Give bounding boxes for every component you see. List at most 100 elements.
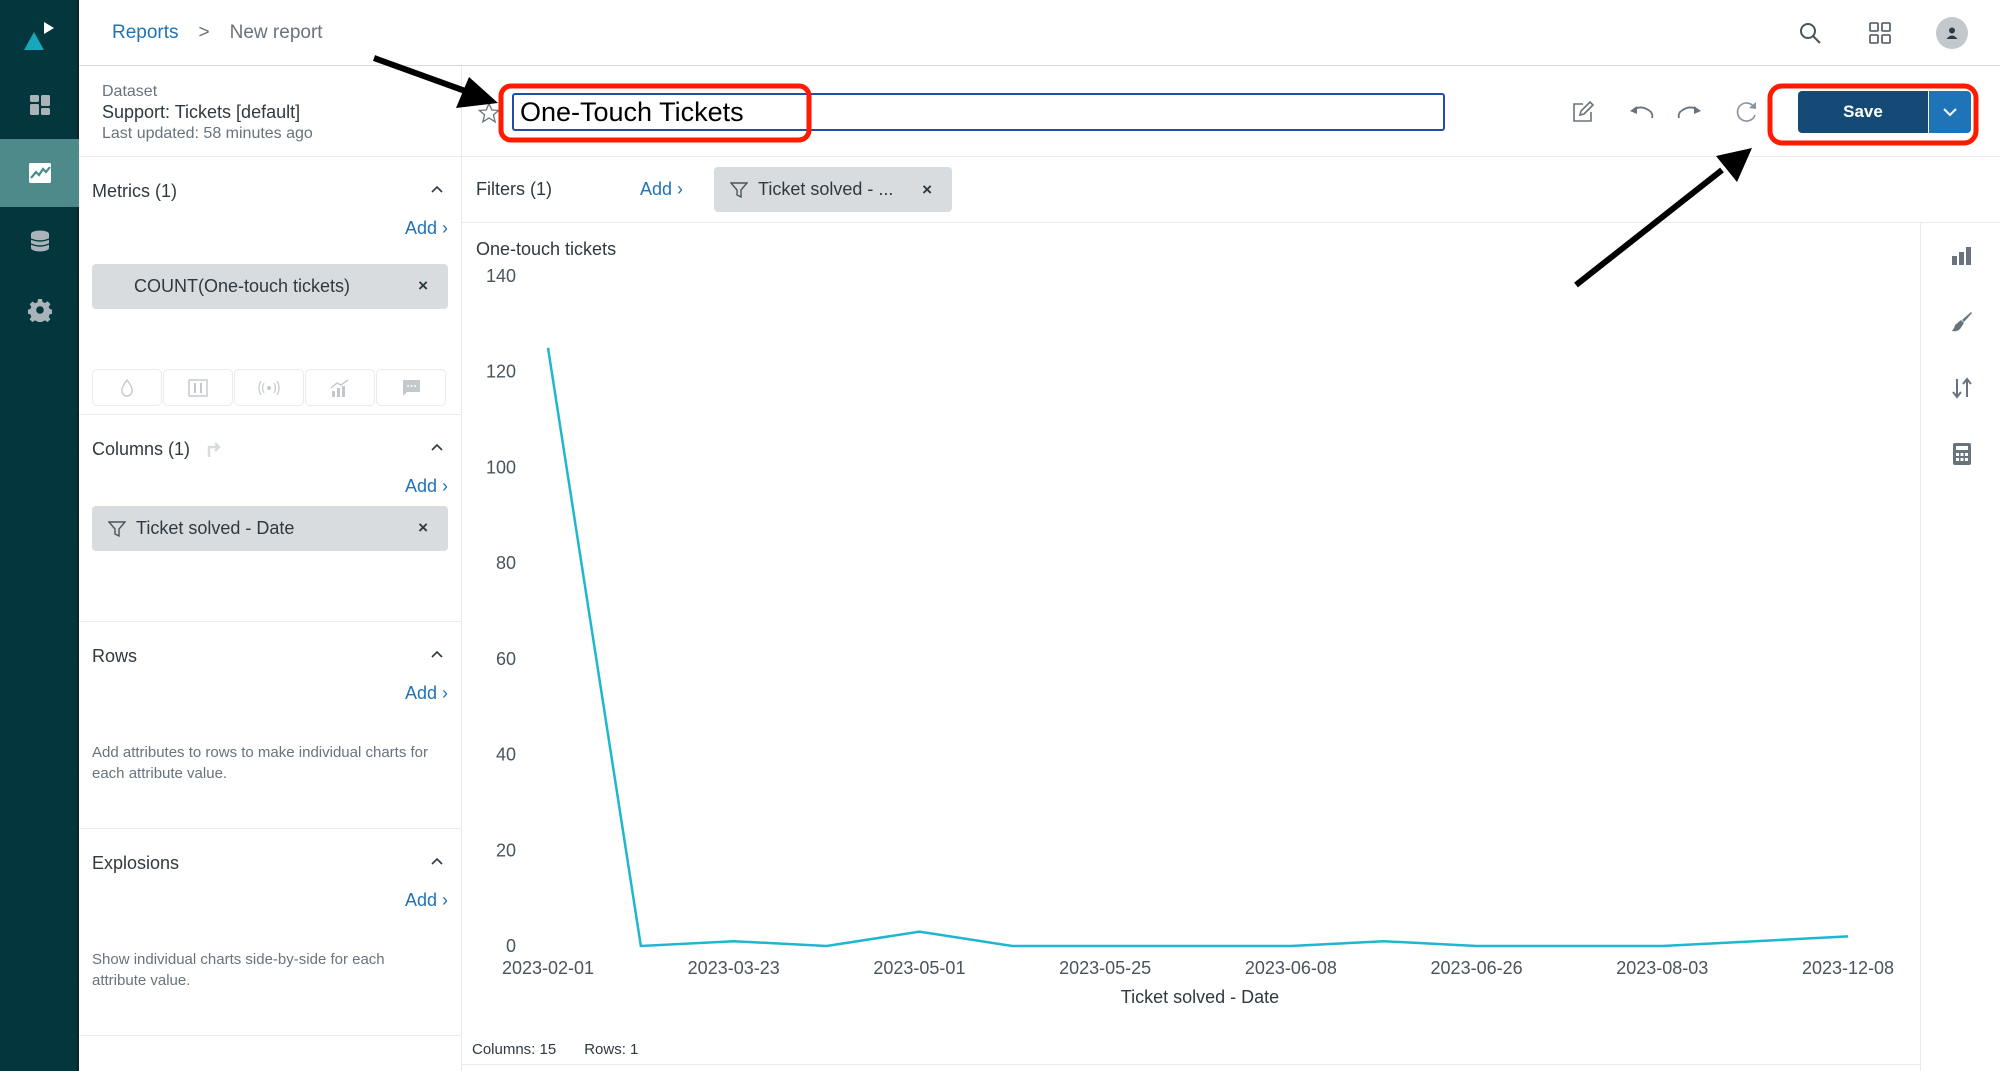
chevron-down-icon [1943, 108, 1957, 117]
dashboard-icon [29, 95, 50, 115]
explosions-title: Explosions [92, 853, 180, 873]
columns-count: Columns: 15 [472, 1041, 557, 1058]
sort-button[interactable] [1949, 375, 1975, 401]
data-point[interactable] [1004, 938, 1020, 954]
x-tick-label: 2023-06-26 [1431, 958, 1523, 978]
rows-count: Rows: 1 [584, 1041, 639, 1058]
report-title-input[interactable] [512, 93, 1445, 131]
swap-icon[interactable] [203, 439, 225, 459]
series-line[interactable] [546, 347, 1849, 948]
columns-section: Columns (1) Add › Ticket solved - Date × [79, 415, 462, 622]
sort-option-button[interactable] [163, 369, 233, 406]
column-pill[interactable]: Ticket solved - Date × [92, 506, 448, 551]
nav-item-settings[interactable] [0, 276, 79, 344]
database-icon [30, 230, 49, 252]
nav-item-datasets[interactable] [0, 207, 79, 275]
droplet-icon [121, 378, 133, 397]
explosions-section: Explosions Add › Show individual charts … [79, 829, 462, 1036]
comment-icon [403, 379, 420, 396]
data-point[interactable] [1469, 938, 1485, 954]
redo-button[interactable] [1674, 97, 1704, 127]
comment-option-button[interactable] [376, 369, 446, 406]
search-button[interactable] [1795, 18, 1825, 48]
dataset-last-updated: Last updated: 58 minutes ago [102, 125, 313, 142]
data-point[interactable] [633, 938, 649, 954]
trend-chart-icon [330, 378, 349, 397]
x-tick-label: 2023-12-08 [1802, 958, 1894, 978]
metrics-section: Metrics (1) Add › COUNT(One-touch ticket… [79, 157, 462, 415]
save-button[interactable]: Save [1798, 91, 1928, 133]
data-point[interactable] [1561, 938, 1577, 954]
undo-button[interactable] [1627, 97, 1657, 127]
add-explosion-link[interactable]: Add › [405, 890, 448, 911]
filters-label: Filters (1) [476, 179, 552, 199]
trend-option-button[interactable] [305, 369, 375, 406]
y-tick-label: 0 [506, 936, 516, 956]
chevron-up-icon[interactable] [428, 181, 446, 199]
nav-item-reports[interactable] [0, 139, 79, 207]
data-point[interactable] [726, 933, 742, 949]
filter-icon [108, 520, 126, 537]
signal-icon [258, 380, 280, 395]
user-avatar[interactable] [1936, 17, 1968, 49]
remove-filter-button[interactable]: × [922, 180, 932, 200]
data-point[interactable] [1376, 933, 1392, 949]
calculations-button[interactable] [1949, 441, 1975, 467]
redo-icon [1677, 106, 1701, 119]
data-point[interactable] [1190, 938, 1206, 954]
line-chart-icon [28, 163, 51, 183]
dataset-label: Dataset [102, 83, 158, 100]
filter-icon [730, 181, 748, 198]
sort-arrows-icon [1952, 377, 1972, 399]
app-logo-icon[interactable] [22, 20, 58, 52]
y-tick-label: 60 [496, 649, 516, 669]
x-tick-label: 2023-02-01 [502, 958, 594, 978]
column-pill-label: Ticket solved - Date [136, 518, 295, 538]
product-tray-button[interactable] [1865, 18, 1895, 48]
top-header: Reports > New report [79, 0, 2000, 66]
refresh-button[interactable] [1732, 97, 1762, 127]
x-tick-label: 2023-05-25 [1059, 958, 1151, 978]
breadcrumb-reports-link[interactable]: Reports [112, 22, 179, 44]
signal-option-button[interactable] [234, 369, 304, 406]
data-point[interactable] [1097, 938, 1113, 954]
remove-metric-button[interactable]: × [418, 276, 428, 296]
data-point[interactable] [819, 938, 835, 954]
metric-pill-label: COUNT(One-touch tickets) [134, 276, 351, 296]
add-row-link[interactable]: Add › [405, 683, 448, 704]
data-point[interactable] [911, 924, 927, 940]
data-point[interactable] [1747, 933, 1763, 949]
y-tick-label: 140 [486, 266, 516, 286]
breadcrumb-separator: > [198, 22, 210, 43]
add-filter-link[interactable]: Add › [640, 179, 683, 200]
metric-pill[interactable]: COUNT(One-touch tickets) × [92, 264, 448, 309]
report-config-panel: Dataset Support: Tickets [default] Last … [79, 66, 462, 1071]
color-option-button[interactable] [92, 369, 162, 406]
rows-title: Rows [92, 646, 138, 666]
breadcrumb-current: New report [229, 22, 323, 43]
data-point[interactable] [540, 340, 556, 356]
chevron-up-icon[interactable] [428, 646, 446, 664]
grid-icon [1869, 22, 1891, 44]
breadcrumb: Reports > New report [112, 22, 323, 44]
remove-column-button[interactable]: × [418, 518, 428, 538]
add-column-link[interactable]: Add › [405, 476, 448, 497]
visualization-type-button[interactable] [1949, 243, 1975, 269]
chart-configuration-button[interactable] [1949, 309, 1975, 335]
left-nav [0, 0, 79, 1071]
save-options-dropdown[interactable] [1929, 91, 1971, 133]
edit-button[interactable] [1568, 97, 1598, 127]
metric-options [92, 369, 446, 406]
data-point[interactable] [1654, 938, 1670, 954]
nav-item-dashboards[interactable] [0, 71, 79, 139]
dataset-name[interactable]: Support: Tickets [default] [102, 102, 462, 123]
filter-pill[interactable]: Ticket solved - ... × [714, 167, 952, 212]
add-metric-link[interactable]: Add › [405, 218, 448, 239]
chevron-up-icon[interactable] [428, 853, 446, 871]
data-point[interactable] [1840, 928, 1856, 944]
chevron-up-icon[interactable] [428, 439, 446, 457]
star-icon[interactable] [478, 102, 500, 124]
edit-icon [1573, 100, 1595, 122]
line-chart[interactable]: One-touch tickets 0 20 40 60 80 100 120 140 202… [462, 223, 1920, 1023]
data-point[interactable] [1283, 938, 1299, 954]
